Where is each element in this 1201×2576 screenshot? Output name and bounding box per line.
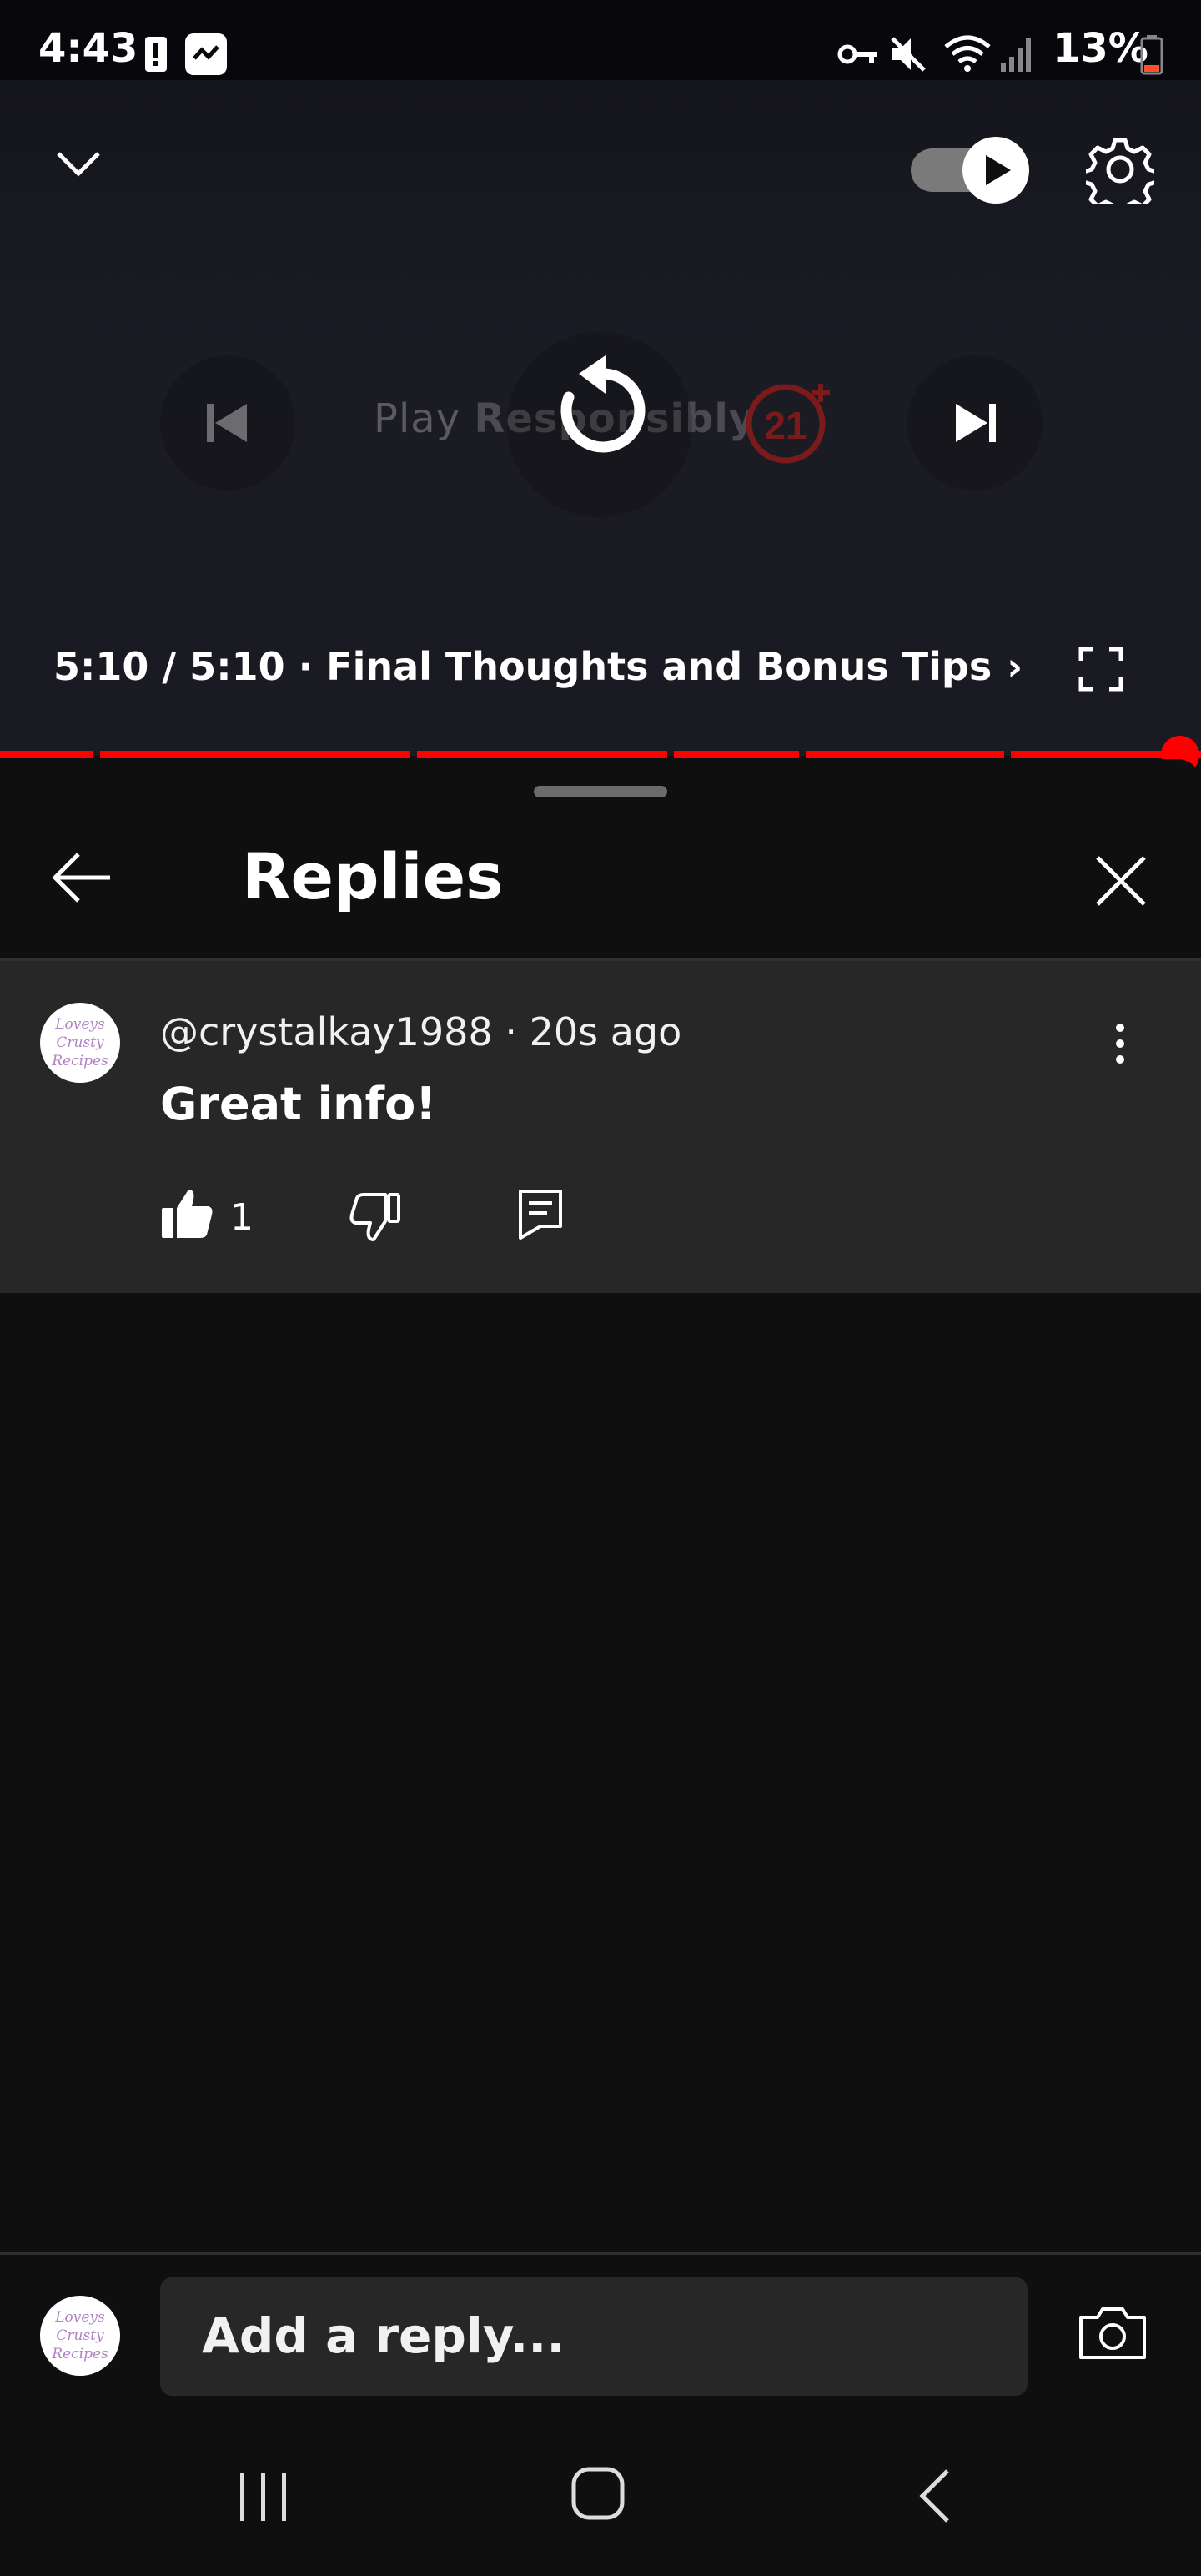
progress-segment[interactable]: [100, 751, 410, 758]
avatar-text: Loveys: [55, 2309, 105, 2326]
recent-apps-icon[interactable]: [237, 2471, 290, 2523]
mute-icon: [889, 33, 927, 75]
avatar-text: Recipes: [52, 1053, 108, 1069]
home-icon[interactable]: [570, 2466, 626, 2521]
back-arrow-icon[interactable]: [50, 851, 113, 904]
thumbs-up-icon[interactable]: [160, 1188, 214, 1240]
fullscreen-icon[interactable]: [1078, 646, 1124, 692]
drag-handle[interactable]: [534, 786, 667, 797]
reply-comment-icon[interactable]: [517, 1188, 564, 1241]
battery-icon: [1139, 33, 1164, 75]
app-notification-icon: [183, 32, 229, 77]
collapse-chevron-icon[interactable]: [55, 148, 102, 177]
like-count: 1: [230, 1196, 254, 1239]
progress-segment[interactable]: [0, 751, 93, 758]
progress-segment[interactable]: [417, 751, 667, 758]
camera-icon[interactable]: [1078, 2306, 1148, 2361]
more-options-icon[interactable]: [1106, 1023, 1134, 1064]
svg-text:21: 21: [764, 404, 807, 447]
vpn-key-icon: [837, 40, 879, 68]
avatar-text: Crusty: [56, 1034, 104, 1051]
previous-icon: [204, 399, 252, 447]
avatar-text: Loveys: [55, 1016, 105, 1033]
back-nav-icon[interactable]: [916, 2468, 952, 2524]
reply-placeholder: Add a reply...: [202, 2307, 565, 2364]
thumbs-down-icon[interactable]: [349, 1191, 402, 1243]
age-badge: 21: [744, 377, 836, 469]
alert-icon: [143, 35, 168, 73]
comment-text: Great info!: [160, 1078, 436, 1130]
status-time: 4:43: [38, 25, 138, 72]
battery-percent: 13%: [1053, 25, 1148, 72]
avatar-text: Recipes: [52, 2346, 108, 2362]
autoplay-toggle[interactable]: [907, 135, 1033, 205]
avatar-text: Crusty: [56, 2327, 104, 2344]
replay-icon: [540, 350, 666, 475]
next-icon: [951, 399, 999, 447]
input-divider: [0, 2252, 1201, 2255]
settings-icon[interactable]: [1086, 135, 1154, 204]
sheet-title: Replies: [242, 839, 504, 913]
avatar[interactable]: Loveys Crusty Recipes: [40, 1003, 120, 1083]
time-chapter-label[interactable]: 5:10 / 5:10 · Final Thoughts and Bonus T…: [53, 644, 1023, 689]
comment-author-meta[interactable]: @crystalkay1988 · 20s ago: [160, 1009, 681, 1054]
signal-icon: [999, 33, 1036, 73]
user-avatar[interactable]: Loveys Crusty Recipes: [40, 2296, 120, 2376]
progress-segment[interactable]: [806, 751, 1004, 758]
wifi-icon: [942, 32, 992, 75]
close-icon[interactable]: [1094, 854, 1148, 908]
progress-segment[interactable]: [674, 751, 799, 758]
